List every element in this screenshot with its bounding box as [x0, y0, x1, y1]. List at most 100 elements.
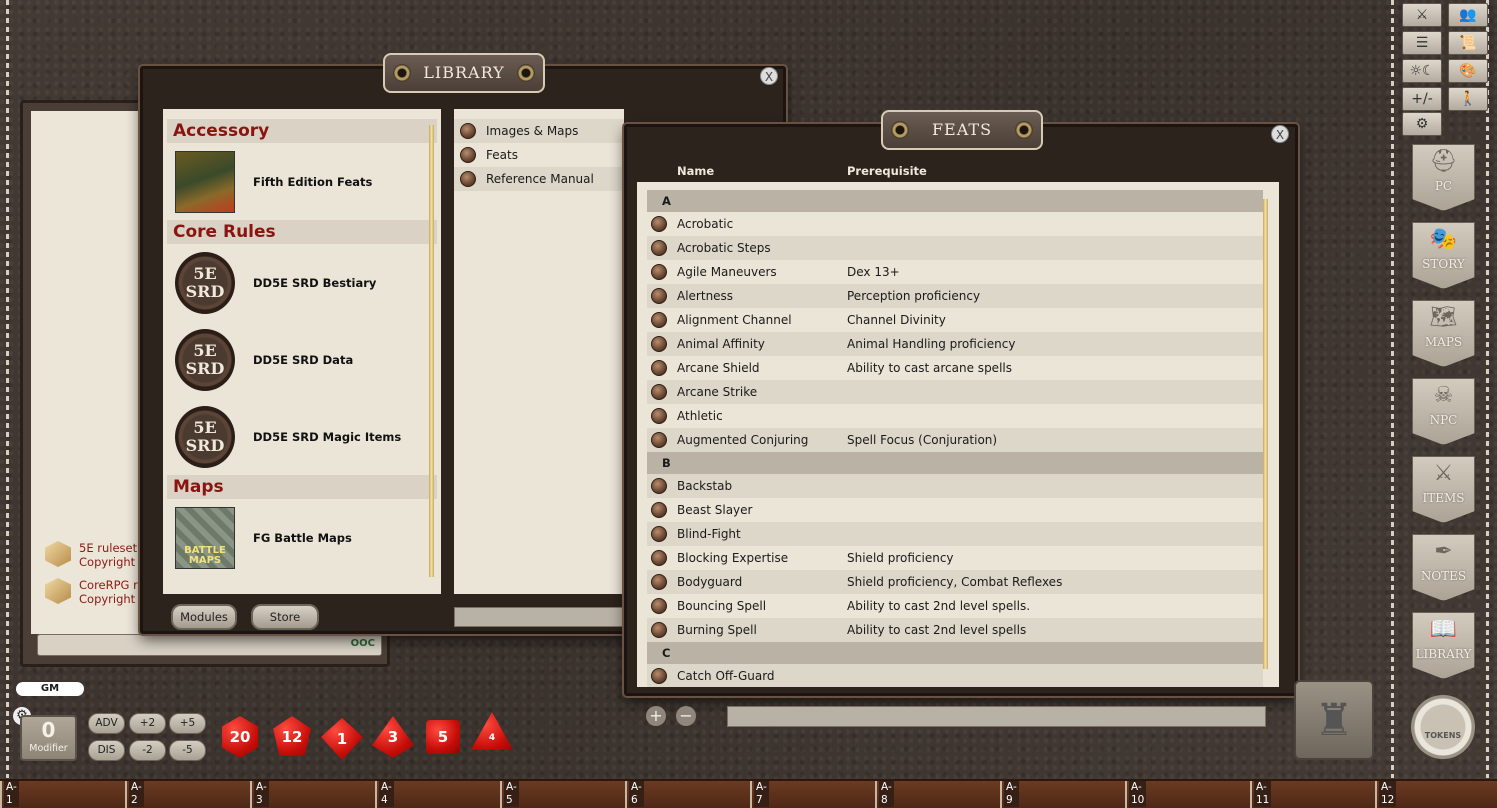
chat-input[interactable]: OOC [37, 634, 382, 656]
masks-icon: 🎭 [1429, 227, 1458, 252]
feat-row[interactable]: Augmented Conjuring Spell Focus (Conjurat… [647, 428, 1263, 452]
sidebar-tab-maps[interactable]: 🗺 MAPS [1412, 300, 1475, 367]
minus5-button[interactable]: -5 [169, 740, 206, 761]
bullet-icon [460, 147, 476, 163]
sidebar-tab-notes[interactable]: ✒ NOTES [1412, 534, 1475, 601]
tower-icon[interactable]: ♜ [1294, 680, 1374, 760]
store-button[interactable]: Store [251, 604, 319, 630]
grid-label: A-1 [4, 781, 19, 807]
d4-die[interactable]: 4 [471, 712, 513, 750]
helmet-icon: ⛑ [1429, 149, 1458, 174]
feat-row[interactable]: Alignment Channel Channel Divinity [647, 308, 1263, 332]
page-item[interactable]: Images & Maps [454, 119, 624, 143]
adv-button[interactable]: ADV [88, 713, 125, 734]
feats-list[interactable]: A Acrobatic Acrobatic Steps Agile Maneuvers… [637, 182, 1279, 687]
feat-row[interactable]: Beast Slayer [647, 498, 1263, 522]
feat-row[interactable]: Arcane Shield Ability to cast arcane spel… [647, 356, 1263, 380]
feat-prereq: Spell Focus (Conjuration) [847, 433, 998, 447]
feat-row[interactable]: Acrobatic Steps [647, 236, 1263, 260]
scroll-icon[interactable]: 📜 [1448, 31, 1488, 55]
modifier-box[interactable]: 0 Modifier [20, 715, 77, 761]
d8-die[interactable]: 3 [372, 716, 414, 758]
modules-button[interactable]: Modules [171, 604, 237, 630]
gear-icon[interactable]: ⚙ [1402, 112, 1442, 136]
feats-window[interactable]: Name Prerequisite A Acrobatic Acrobatic St… [624, 124, 1298, 696]
feats-scrollbar[interactable] [1263, 199, 1268, 669]
feats-search-input[interactable] [727, 706, 1266, 727]
module-thumbnail: BATTLE MAPS [175, 506, 235, 569]
sidebar-tab-story[interactable]: 🎭 STORY [1412, 222, 1475, 289]
day-night-icon[interactable]: ☼☾ [1402, 59, 1442, 83]
palette-icon[interactable]: 🎨 [1448, 59, 1488, 83]
feat-row[interactable]: Arcane Strike [647, 380, 1263, 404]
bullet-icon [651, 384, 667, 400]
stitch-far-right [1486, 0, 1489, 778]
feat-row[interactable]: Backstab [647, 474, 1263, 498]
party-icon[interactable]: 👥 [1448, 3, 1488, 27]
feat-row[interactable]: Catch Off-Guard [647, 664, 1263, 687]
bullet-icon [651, 432, 667, 448]
module-item[interactable]: 5E SRD DD5E SRD Bestiary [163, 244, 441, 321]
bullet-icon [651, 240, 667, 256]
feat-row[interactable]: Acrobatic [647, 212, 1263, 236]
feat-row[interactable]: Agile Maneuvers Dex 13+ [647, 260, 1263, 284]
crossed-swords-icon[interactable]: ⚔ [1402, 3, 1442, 27]
d12-die[interactable]: 12 [273, 716, 311, 756]
sidebar-tab-items[interactable]: ⚔ ITEMS [1412, 456, 1475, 523]
page-item[interactable]: Reference Manual [454, 167, 624, 191]
dis-button[interactable]: DIS [88, 740, 125, 761]
grid-column-marker: A-1 [0, 781, 19, 808]
page-list[interactable]: Images & Maps Feats Reference Manual [454, 109, 624, 594]
feat-row[interactable]: Blind-Fight [647, 522, 1263, 546]
minus2-button[interactable]: -2 [129, 740, 166, 761]
module-list[interactable]: Accessory Fifth Edition Feats Core Rules… [163, 109, 441, 594]
figure-icon[interactable]: 🚶 [1448, 87, 1488, 111]
d6-die[interactable]: 5 [426, 720, 460, 754]
bullet-icon [651, 288, 667, 304]
feats-title: FEATS [881, 110, 1043, 150]
feat-row[interactable]: Bodyguard Shield proficiency, Combat Refl… [647, 570, 1263, 594]
column-header-name[interactable]: Name [677, 164, 714, 178]
column-header-prereq[interactable]: Prerequisite [847, 164, 927, 178]
module-item[interactable]: 5E SRD DD5E SRD Data [163, 321, 441, 398]
feats-close-button[interactable]: X [1271, 125, 1289, 143]
page-label: Feats [486, 148, 518, 162]
d10-die[interactable]: 1 [321, 718, 363, 760]
plus-minus-icon[interactable]: +/- [1402, 87, 1442, 111]
library-scrollbar[interactable] [429, 125, 434, 577]
page-item[interactable]: Feats [454, 143, 624, 167]
feat-row[interactable]: Bouncing Spell Ability to cast 2nd level … [647, 594, 1263, 618]
module-item[interactable]: Fifth Edition Feats [163, 143, 441, 220]
gm-badge: GM [16, 682, 84, 696]
letter-group-header: A [647, 190, 1263, 212]
grid-column-marker: A-6 [625, 781, 644, 808]
feat-row[interactable]: Alertness Perception proficiency [647, 284, 1263, 308]
add-icon[interactable]: + [646, 706, 666, 726]
list-icon[interactable]: ☰ [1402, 31, 1442, 55]
sidebar-tab-library[interactable]: 📖 LIBRARY [1412, 612, 1475, 679]
d20-die[interactable]: 20 [221, 716, 259, 758]
feat-name: Arcane Strike [677, 385, 758, 399]
remove-icon[interactable]: − [676, 706, 696, 726]
sidebar-tab-npc[interactable]: ☠ NPC [1412, 378, 1475, 445]
plus5-button[interactable]: +5 [169, 713, 206, 734]
book-icon: 📖 [1429, 617, 1458, 642]
feat-row[interactable]: Athletic [647, 404, 1263, 428]
feat-row[interactable]: Blocking Expertise Shield proficiency [647, 546, 1263, 570]
feat-row[interactable]: Burning Spell Ability to cast 2nd level s… [647, 618, 1263, 642]
feat-row[interactable]: Animal Affinity Animal Handling proficien… [647, 332, 1263, 356]
sidebar-tab-label: MAPS [1424, 335, 1463, 349]
grid-label: A-9 [1004, 781, 1019, 807]
module-item[interactable]: BATTLE MAPS FG Battle Maps [163, 499, 441, 576]
plus2-button[interactable]: +2 [129, 713, 166, 734]
grid-column-marker: A-2 [125, 781, 144, 808]
sidebar-tab-label: ITEMS [1422, 491, 1465, 505]
feat-name: Agile Maneuvers [677, 265, 777, 279]
tokens-button[interactable]: TOKENS [1411, 695, 1475, 759]
library-search-input[interactable] [454, 607, 624, 627]
sidebar-tab-pc[interactable]: ⛑ PC [1412, 144, 1475, 211]
module-item[interactable]: 5E SRD DD5E SRD Magic Items [163, 398, 441, 475]
grid-label: A-8 [879, 781, 894, 807]
ooc-toggle[interactable]: OOC [351, 638, 375, 649]
library-close-button[interactable]: X [760, 67, 778, 85]
